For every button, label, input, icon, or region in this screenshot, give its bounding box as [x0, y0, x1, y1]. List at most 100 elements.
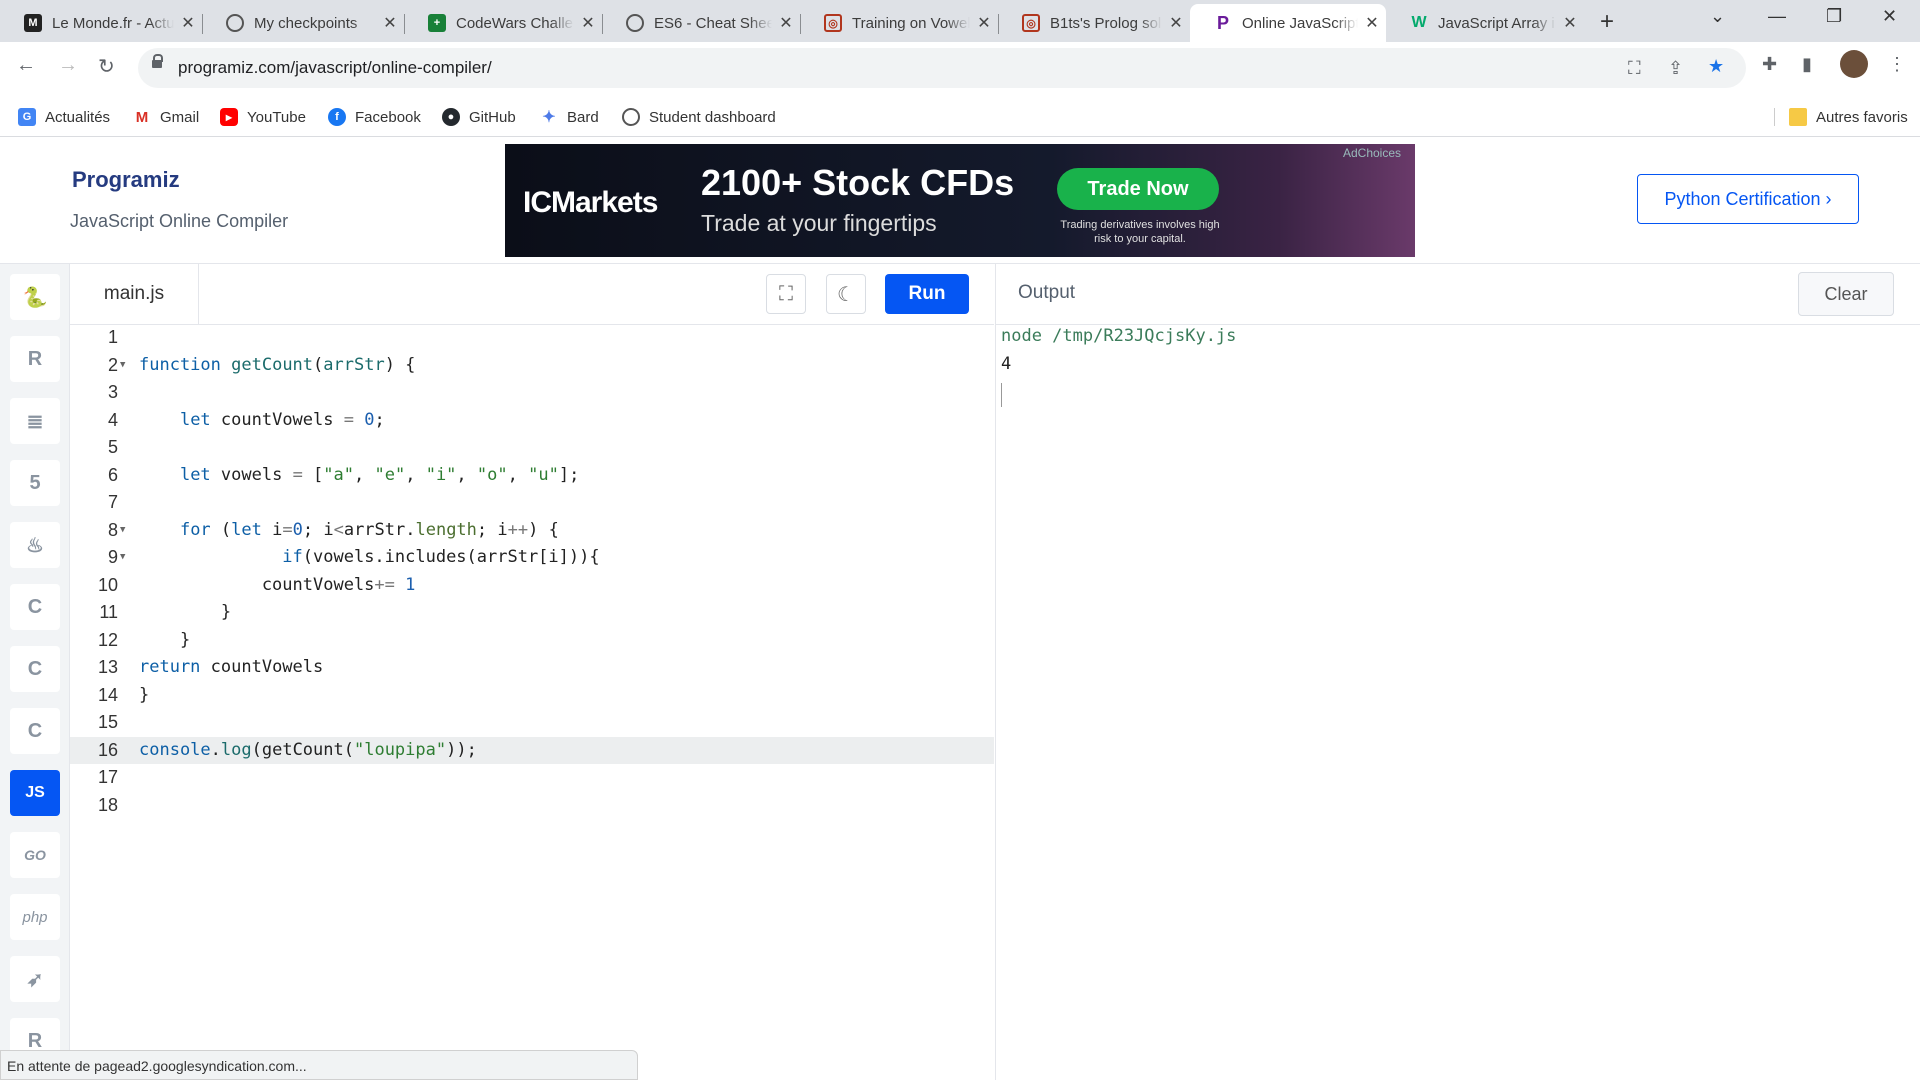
fullscreen-icon[interactable]: ⛶ [766, 274, 806, 314]
code-line: 2 ▼ function getCount(arrStr) { [70, 352, 994, 380]
forward-icon[interactable]: → [58, 54, 78, 77]
ad-cta-button[interactable]: Trade Now [1057, 168, 1219, 210]
fold-arrow-icon[interactable]: ▼ [120, 544, 125, 572]
google-news-icon: G [18, 108, 36, 126]
code-line: 5 [107, 437, 118, 457]
browser-tab[interactable]: W JavaScript Array includes ✕ [1386, 4, 1584, 42]
php-icon[interactable]: php [10, 894, 60, 940]
bard-icon: ✦ [542, 109, 556, 126]
close-tab-icon[interactable]: ✕ [1556, 13, 1584, 33]
code-line: 11 } [99, 602, 232, 622]
menu-icon[interactable]: ⋮ [1888, 54, 1906, 75]
bookmark-github[interactable]: ● GitHub [442, 108, 516, 126]
code-line: 14} [97, 684, 150, 705]
facebook-icon: f [328, 108, 346, 126]
back-icon[interactable]: ← [16, 54, 36, 77]
code-line: 18 [97, 794, 118, 815]
ad-subline: Trade at your fingertips [701, 210, 937, 236]
output-console[interactable]: node /tmp/R23JQcjsKy.js 4 [995, 325, 1920, 1080]
youtube-icon: ▶ [220, 108, 238, 126]
ad-disclaimer: Trading derivatives involves high risk t… [1060, 219, 1220, 245]
bookmark-star-icon[interactable]: ★ [1708, 56, 1724, 77]
language-sidebar: 🐍 R ≣ 5 ♨ C C C JS GO php ➶ R [0, 264, 70, 1080]
close-tab-icon[interactable]: ✕ [970, 13, 998, 33]
code-line: 17 [97, 767, 118, 787]
browser-toolbar: ← → ↻ programiz.com/javascript/online-co… [0, 42, 1920, 98]
code-line: 8 ▼ for (let i=0; i<arrStr.length; i++) { [70, 517, 994, 545]
c-icon[interactable]: C [10, 584, 60, 630]
side-panel-icon[interactable]: ▮ [1802, 54, 1812, 75]
restore-icon[interactable]: ❐ [1826, 6, 1842, 27]
go-icon[interactable]: GO [10, 832, 60, 878]
bookmark-youtube[interactable]: ▶ YouTube [220, 108, 306, 126]
globe-icon [622, 108, 640, 126]
dark-mode-icon[interactable]: ☾ [826, 274, 866, 314]
github-icon: ● [442, 108, 460, 126]
output-line: node /tmp/R23JQcjsKy.js [1001, 326, 1237, 346]
bookmark-bard[interactable]: ✦ Bard [540, 108, 598, 127]
csharp-icon[interactable]: C [10, 708, 60, 754]
programiz-logo[interactable]: Programiz [72, 167, 180, 193]
folder-icon [1789, 108, 1807, 126]
fold-arrow-icon[interactable]: ▼ [120, 352, 125, 380]
code-line: 15 [97, 712, 118, 732]
close-tab-icon[interactable]: ✕ [772, 13, 800, 33]
globe-icon [226, 14, 244, 32]
code-editor[interactable]: 1 2 ▼ function getCount(arrStr) { 3 4 let … [70, 324, 994, 819]
bookmark-facebook[interactable]: f Facebook [328, 108, 421, 126]
close-tab-icon[interactable]: ✕ [1162, 13, 1190, 33]
close-tab-icon[interactable]: ✕ [574, 13, 602, 33]
profile-avatar[interactable] [1840, 50, 1868, 78]
new-tab-button[interactable]: + [1600, 8, 1614, 36]
r-icon[interactable]: R [10, 336, 60, 382]
browser-tab[interactable]: My checkpoints ✕ [202, 4, 405, 42]
browser-tab[interactable]: ES6 - Cheat Sheet ✕ [602, 4, 801, 42]
minimize-icon[interactable]: — [1768, 6, 1786, 27]
code-line: 10 countVowels+= 1 [97, 574, 416, 595]
output-header: Output Clear [995, 264, 1920, 325]
browser-tab[interactable]: M Le Monde.fr - Actualités ✕ [0, 4, 203, 42]
bookmark-student-dashboard[interactable]: Student dashboard [622, 108, 776, 126]
window-close-icon[interactable]: ✕ [1882, 6, 1897, 27]
run-button[interactable]: Run [885, 274, 969, 314]
browser-tab-active[interactable]: P Online JavaScript Compiler ✕ [1190, 4, 1386, 42]
address-bar[interactable]: programiz.com/javascript/online-compiler… [138, 48, 1746, 88]
share-icon[interactable]: ⇪ [1668, 58, 1683, 79]
fold-arrow-icon[interactable]: ▼ [120, 517, 125, 545]
clear-button[interactable]: Clear [1798, 272, 1894, 316]
page-subtitle: JavaScript Online Compiler [70, 211, 289, 231]
browser-tab[interactable]: ◎ Training on Vowel Count ✕ [800, 4, 999, 42]
tab-search-icon[interactable]: ⌄ [1710, 6, 1725, 27]
ad-banner[interactable]: ICMarkets 2100+ Stock CFDs Trade at your… [505, 144, 1415, 257]
swift-icon[interactable]: ➶ [10, 956, 60, 1002]
html-icon[interactable]: 5 [10, 460, 60, 506]
java-icon[interactable]: ♨ [10, 522, 60, 568]
editor-header: main.js ⛶ ☾ Run [70, 264, 994, 325]
browser-tab[interactable]: ◎ B1ts's Prolog solutions ✕ [998, 4, 1190, 42]
code-line: 1 [107, 327, 118, 347]
file-tab-main-js[interactable]: main.js [70, 264, 199, 324]
cpp-icon[interactable]: C [10, 646, 60, 692]
browser-tab[interactable]: + CodeWars Challenges ✕ [404, 4, 603, 42]
bookmark-actualites[interactable]: G Actualités [18, 108, 110, 126]
url-text[interactable]: programiz.com/javascript/online-compiler… [178, 58, 492, 78]
close-tab-icon[interactable]: ✕ [376, 13, 404, 33]
javascript-icon[interactable]: JS [10, 770, 60, 816]
bookmark-gmail[interactable]: M Gmail [133, 108, 199, 126]
codewars-icon: ◎ [824, 14, 842, 32]
sql-icon[interactable]: ≣ [10, 398, 60, 444]
python-icon[interactable]: 🐍 [10, 274, 60, 320]
browser-status-bubble: En attente de pagead2.googlesyndication.… [0, 1050, 638, 1080]
bookmark-other-folder[interactable]: Autres favoris [1774, 108, 1908, 126]
code-line: 13 return countVowels [97, 657, 324, 677]
globe-icon [626, 14, 644, 32]
close-tab-icon[interactable]: ✕ [1358, 13, 1386, 33]
sheets-icon: + [428, 14, 446, 32]
reload-icon[interactable]: ↻ [98, 54, 115, 79]
python-certification-button[interactable]: Python Certification › [1637, 174, 1859, 224]
translate-icon[interactable]: ⛶ [1628, 58, 1641, 79]
code-line: 3 [107, 382, 118, 402]
close-tab-icon[interactable]: ✕ [174, 13, 202, 33]
extensions-icon[interactable]: ✚ [1762, 54, 1777, 75]
ad-choices[interactable]: AdChoices [1343, 146, 1401, 160]
